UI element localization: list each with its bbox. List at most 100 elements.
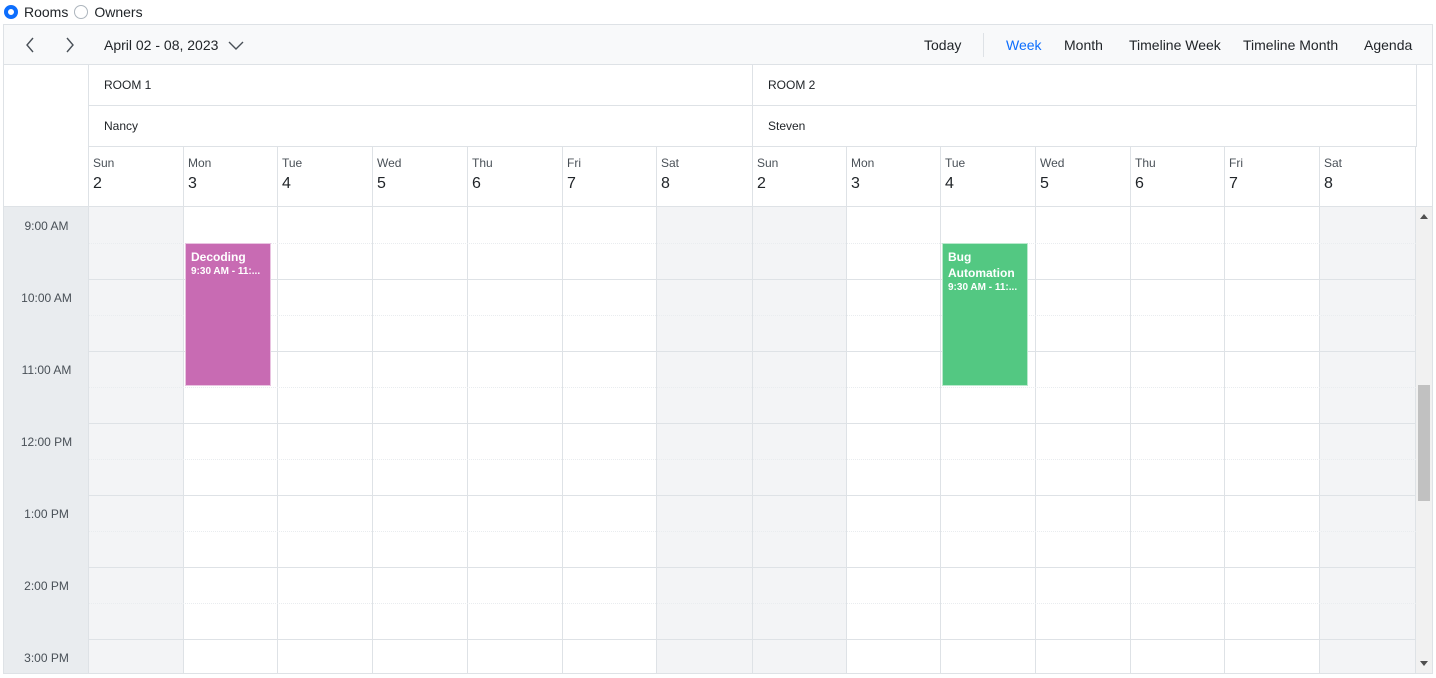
scheduler-body: 9:00 AM 10:00 AM 11:00 AM 12:00 PM 1:00 PM 2:… — [4, 207, 1432, 673]
date-header-cell[interactable]: Sun 2 — [753, 147, 847, 207]
scheduler-toolbar: April 02 - 08, 2023 Today Week Month Tim… — [4, 25, 1432, 65]
caret-up-icon — [1420, 214, 1428, 219]
day-name[interactable]: Thu — [1135, 156, 1224, 170]
day-number[interactable]: 4 — [945, 175, 1035, 193]
toolbar-divider — [983, 33, 984, 57]
grid-line — [89, 567, 1416, 568]
scroll-thumb[interactable] — [1418, 385, 1430, 501]
month-view-label[interactable]: Month — [1064, 37, 1103, 53]
date-header-cell[interactable]: Mon 3 — [184, 147, 278, 207]
day-name[interactable]: Sat — [1324, 156, 1415, 170]
grid-line — [89, 495, 1416, 496]
vertical-scrollbar[interactable] — [1416, 207, 1432, 673]
next-button[interactable] — [64, 25, 82, 65]
room-2-label: ROOM 2 — [768, 78, 816, 92]
grid-line — [89, 387, 1416, 388]
day-name[interactable]: Sun — [757, 156, 846, 170]
rooms-radio-dot[interactable] — [4, 5, 18, 19]
day-name[interactable]: Sun — [93, 156, 183, 170]
rooms-radio[interactable]: Rooms — [4, 4, 68, 20]
today-button[interactable]: Today — [924, 25, 961, 65]
date-header-cell[interactable]: Tue 4 — [941, 147, 1036, 207]
date-header-cell[interactable]: Fri 7 — [1225, 147, 1320, 207]
owner-1-label: Nancy — [104, 119, 139, 133]
day-name[interactable]: Sat — [661, 156, 752, 170]
day-name[interactable]: Tue — [945, 156, 1035, 170]
owners-radio-dot[interactable] — [74, 5, 89, 19]
owner-2-label: Steven — [768, 119, 806, 133]
day-number[interactable]: 4 — [282, 175, 372, 193]
day-number[interactable]: 8 — [1324, 175, 1415, 193]
time-label: 1:00 PM — [24, 507, 69, 521]
timeline-month-view-label[interactable]: Timeline Month — [1243, 37, 1338, 53]
day-number[interactable]: 6 — [1135, 175, 1224, 193]
time-label: 9:00 AM — [24, 219, 69, 233]
month-view-button[interactable]: Month — [1064, 25, 1103, 65]
day-name[interactable]: Wed — [377, 156, 467, 170]
day-name[interactable]: Thu — [472, 156, 562, 170]
day-number[interactable]: 6 — [472, 175, 562, 193]
date-header-cell[interactable]: Tue 4 — [278, 147, 373, 207]
date-range-label[interactable]: April 02 - 08, 2023 — [104, 37, 218, 53]
owners-radio-label[interactable]: Owners — [94, 4, 142, 20]
timeline-week-view-button[interactable]: Timeline Week — [1129, 25, 1221, 65]
date-header-cell[interactable]: Thu 6 — [1131, 147, 1225, 207]
time-label: 2:00 PM — [24, 579, 69, 593]
time-column: 9:00 AM 10:00 AM 11:00 AM 12:00 PM 1:00 PM 2:… — [4, 207, 89, 673]
date-header-cell[interactable]: Sun 2 — [89, 147, 184, 207]
timeline-month-view-button[interactable]: Timeline Month — [1243, 25, 1338, 65]
day-name[interactable]: Mon — [188, 156, 277, 170]
grid-line — [89, 459, 1416, 460]
event-decoding[interactable]: Decoding 9:30 AM - 11:... — [185, 243, 271, 386]
day-number[interactable]: 2 — [93, 175, 183, 193]
date-header-cell[interactable]: Mon 3 — [847, 147, 941, 207]
date-header-cell[interactable]: Wed 5 — [1036, 147, 1131, 207]
day-number[interactable]: 5 — [1040, 175, 1130, 193]
day-name[interactable]: Fri — [567, 156, 656, 170]
day-number[interactable]: 3 — [851, 175, 940, 193]
date-header-cell[interactable]: Sat 8 — [657, 147, 753, 207]
day-number[interactable]: 3 — [188, 175, 277, 193]
day-name[interactable]: Fri — [1229, 156, 1319, 170]
day-number[interactable]: 7 — [1229, 175, 1319, 193]
grid-line — [89, 423, 1416, 424]
scroll-up-arrow[interactable] — [1416, 209, 1432, 223]
timeline-week-view-label[interactable]: Timeline Week — [1129, 37, 1221, 53]
previous-button[interactable] — [24, 25, 42, 65]
day-name[interactable]: Wed — [1040, 156, 1130, 170]
grid-line — [89, 315, 1416, 316]
week-view-label[interactable]: Week — [1006, 37, 1042, 53]
header-corner — [4, 65, 89, 207]
rooms-radio-label[interactable]: Rooms — [24, 4, 68, 20]
scheduler-header: ROOM 1 ROOM 2 Nancy Steven Sun 2 Mon 3 Tue 4 W… — [4, 65, 1432, 207]
date-header-cell[interactable]: Thu 6 — [468, 147, 563, 207]
time-grid — [89, 207, 1416, 673]
owners-radio[interactable]: Owners — [74, 4, 143, 20]
grid-line — [89, 243, 1416, 244]
time-label: 12:00 PM — [20, 435, 73, 449]
event-time: 9:30 AM - 11:... — [948, 282, 1018, 293]
day-name[interactable]: Tue — [282, 156, 372, 170]
scroll-down-arrow[interactable] — [1416, 657, 1432, 671]
grid-line — [89, 639, 1416, 640]
date-header-cell[interactable]: Fri 7 — [563, 147, 657, 207]
caret-down-icon — [1420, 661, 1428, 666]
room-1-label: ROOM 1 — [104, 78, 152, 92]
date-header-cell[interactable]: Sat 8 — [1320, 147, 1416, 207]
date-header-cell[interactable]: Wed 5 — [373, 147, 468, 207]
day-number[interactable]: 8 — [661, 175, 752, 193]
date-range-picker[interactable]: April 02 - 08, 2023 — [104, 25, 244, 65]
group-by-radio-group: Rooms Owners — [4, 3, 149, 21]
day-name[interactable]: Mon — [851, 156, 940, 170]
agenda-view-button[interactable]: Agenda — [1364, 25, 1412, 65]
day-number[interactable]: 2 — [757, 175, 846, 193]
chevron-right-icon — [66, 37, 74, 53]
event-bug-automation[interactable]: Bug Automation 9:30 AM - 11:... — [942, 243, 1028, 386]
day-number[interactable]: 7 — [567, 175, 656, 193]
grid-line — [89, 279, 1416, 280]
day-number[interactable]: 5 — [377, 175, 467, 193]
week-view-button[interactable]: Week — [1006, 25, 1042, 65]
agenda-view-label[interactable]: Agenda — [1364, 37, 1412, 53]
today-label[interactable]: Today — [924, 37, 961, 53]
resource-room-1: ROOM 1 — [89, 65, 753, 106]
